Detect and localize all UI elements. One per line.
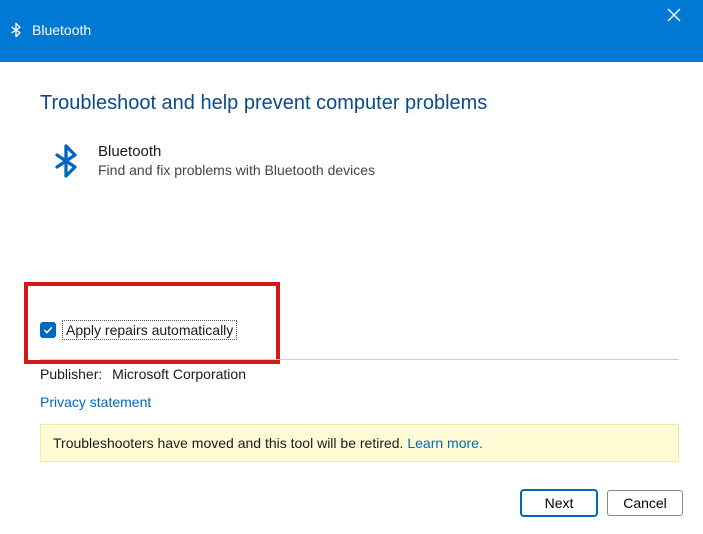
titlebar: Bluetooth xyxy=(0,0,703,62)
publisher-row: Publisher: Microsoft Corporation xyxy=(40,366,246,382)
learn-more-link[interactable]: Learn more. xyxy=(407,435,482,451)
apply-repairs-checkbox[interactable] xyxy=(40,322,56,338)
notice-text: Troubleshooters have moved and this tool… xyxy=(53,435,407,451)
privacy-statement-link[interactable]: Privacy statement xyxy=(40,394,151,410)
footer-buttons: Next Cancel xyxy=(521,490,683,516)
retirement-notice: Troubleshooters have moved and this tool… xyxy=(40,424,679,462)
troubleshooter-item: Bluetooth Find and fix problems with Blu… xyxy=(40,143,663,179)
apply-repairs-row[interactable]: Apply repairs automatically xyxy=(40,320,237,340)
window-title: Bluetooth xyxy=(32,22,91,38)
bluetooth-large-icon xyxy=(48,143,84,179)
publisher-label: Publisher: xyxy=(40,366,102,382)
apply-repairs-label[interactable]: Apply repairs automatically xyxy=(62,320,237,340)
close-button[interactable] xyxy=(659,4,689,29)
troubleshooter-name: Bluetooth xyxy=(98,143,375,160)
next-button[interactable]: Next xyxy=(521,490,597,516)
close-icon xyxy=(667,8,681,22)
checkmark-icon xyxy=(42,324,54,336)
publisher-value: Microsoft Corporation xyxy=(112,366,246,382)
page-heading: Troubleshoot and help prevent computer p… xyxy=(40,92,663,115)
troubleshooter-description: Find and fix problems with Bluetooth dev… xyxy=(98,162,375,178)
bluetooth-icon xyxy=(8,22,24,38)
divider xyxy=(40,359,679,360)
cancel-button[interactable]: Cancel xyxy=(607,490,683,516)
